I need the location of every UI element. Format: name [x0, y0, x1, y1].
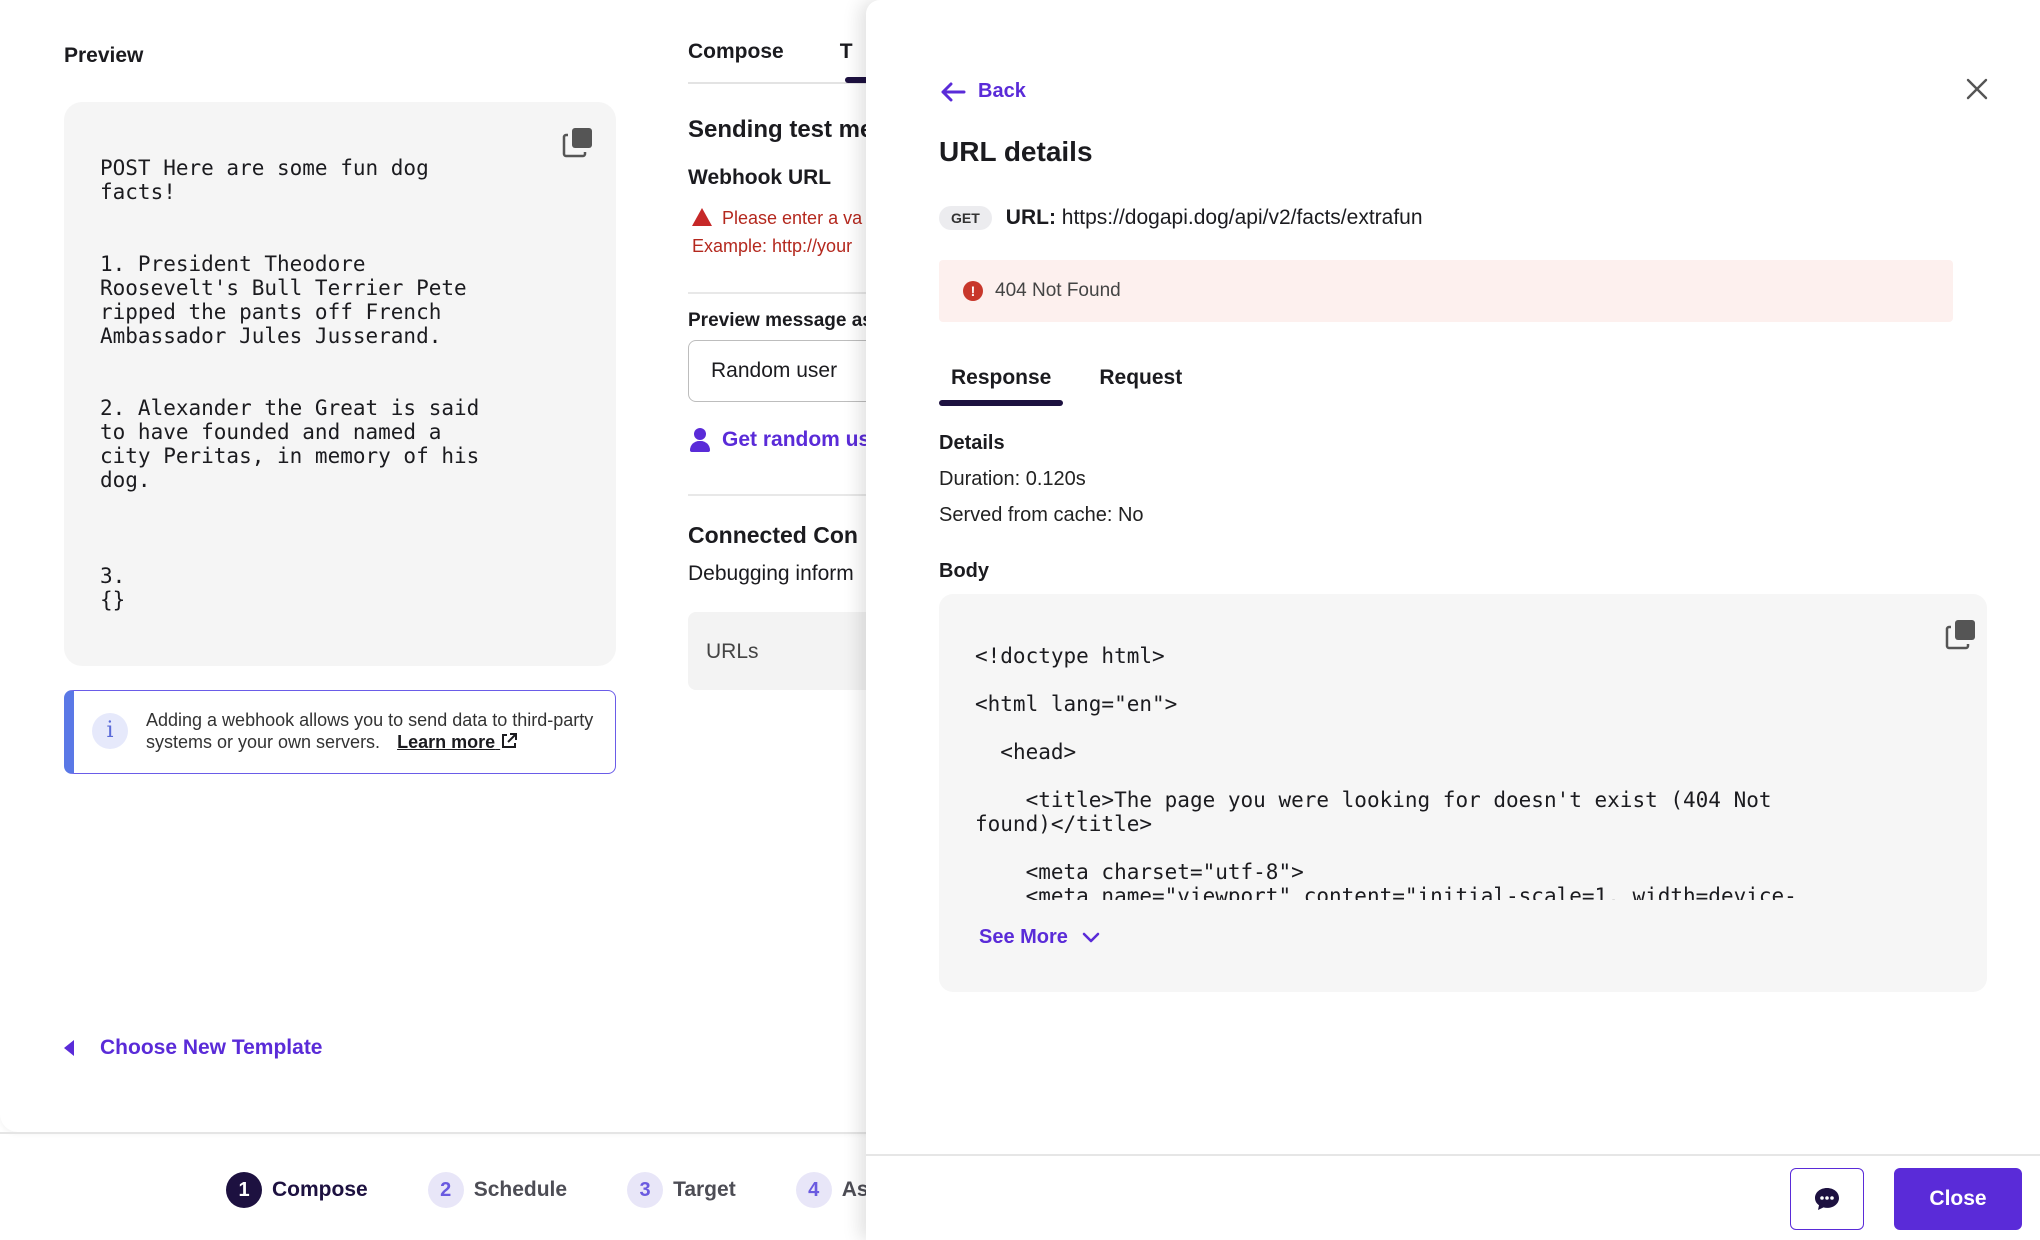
chat-button[interactable]	[1790, 1168, 1864, 1230]
duration-text: Duration: 0.120s	[939, 468, 1086, 490]
step-label: Compose	[272, 1178, 368, 1201]
copy-icon[interactable]	[562, 126, 594, 158]
chevron-down-icon	[1082, 932, 1100, 942]
close-icon[interactable]	[1964, 76, 1990, 102]
tab-request[interactable]: Request	[1087, 360, 1194, 406]
step-schedule[interactable]: 2 Schedule	[427, 1172, 568, 1208]
step-label: Schedule	[473, 1178, 568, 1201]
close-button[interactable]: Close	[1894, 1168, 2022, 1230]
step-number: 1	[226, 1172, 262, 1208]
webhook-info-banner: i Adding a webhook allows you to send da…	[64, 690, 616, 774]
chat-icon	[1815, 1188, 1839, 1210]
warning-icon	[692, 208, 712, 226]
cache-text: Served from cache: No	[939, 504, 1144, 526]
webhook-url-label: Webhook URL	[688, 166, 832, 189]
response-body-code: <!doctype html> <html lang="en"> <head> …	[975, 644, 1797, 900]
details-heading: Details	[939, 432, 1005, 454]
footer-divider	[0, 1132, 900, 1134]
request-url-row: GET URL: https://dogapi.dog/api/v2/facts…	[939, 206, 1423, 230]
step-number: 2	[427, 1172, 464, 1208]
preview-box: POST Here are some fun dog facts! 1. Pre…	[64, 102, 616, 666]
campaign-stepper: 1 Compose 2 Schedule 3 Target 4 As	[226, 1172, 869, 1208]
sending-test-heading: Sending test me	[688, 116, 874, 143]
get-random-user-link[interactable]: Get random us	[690, 428, 870, 452]
connected-content-heading: Connected Con	[688, 522, 858, 548]
request-url: https://dogapi.dog/api/v2/facts/extrafun	[1061, 206, 1423, 229]
learn-more-link[interactable]: Learn more	[397, 732, 518, 752]
preview-message-text: POST Here are some fun dog facts! 1. Pre…	[100, 156, 480, 612]
choose-new-template-label[interactable]: Choose New Template	[100, 1036, 323, 1060]
choose-new-template-link[interactable]: Choose New Template	[64, 1036, 323, 1060]
info-banner-text: Adding a webhook allows you to send data…	[146, 709, 606, 753]
url-label: URL:	[1005, 206, 1056, 229]
response-status-text: 404 Not Found	[995, 280, 1121, 301]
tab-response[interactable]: Response	[939, 360, 1064, 406]
copy-icon[interactable]	[1945, 618, 1977, 650]
tab-test[interactable]: T	[840, 40, 853, 64]
see-more-label[interactable]: See More	[979, 926, 1068, 949]
caret-left-icon	[64, 1040, 74, 1056]
preview-heading: Preview	[64, 44, 144, 67]
http-method-badge: GET	[939, 206, 992, 230]
step-assess[interactable]: 4 As	[795, 1172, 869, 1208]
compose-tabs: Compose T	[688, 40, 853, 64]
editor-card: Preview POST Here are some fun dog facts…	[0, 0, 948, 1132]
info-icon: i	[92, 713, 128, 749]
step-number: 4	[795, 1172, 832, 1208]
body-heading: Body	[939, 560, 989, 582]
drawer-footer-divider	[866, 1154, 2040, 1156]
learn-more-label[interactable]: Learn more	[397, 732, 495, 752]
external-link-icon	[502, 733, 518, 748]
user-icon	[690, 428, 710, 452]
step-target[interactable]: 3 Target	[627, 1172, 736, 1208]
see-more-button[interactable]: See More	[979, 926, 1100, 949]
tab-compose[interactable]: Compose	[688, 40, 784, 64]
webhook-url-error: Please enter a va Example: http://your	[692, 204, 862, 260]
response-body-box: <!doctype html> <html lang="en"> <head> …	[939, 594, 1987, 992]
error-icon: !	[963, 281, 983, 301]
info-banner-message: Adding a webhook allows you to send data…	[146, 710, 594, 752]
step-label: As	[841, 1178, 869, 1201]
arrow-left-icon	[941, 82, 966, 101]
back-label[interactable]: Back	[978, 80, 1026, 103]
response-request-tabs: Response Request	[939, 360, 1218, 406]
get-random-user-label[interactable]: Get random us	[722, 428, 870, 452]
debugging-info-text: Debugging inform	[688, 562, 854, 585]
back-button[interactable]: Back	[940, 80, 1026, 103]
step-compose[interactable]: 1 Compose	[226, 1172, 368, 1208]
step-number: 3	[627, 1172, 664, 1208]
drawer-title: URL details	[939, 136, 1093, 167]
error-line-1: Please enter a va	[722, 208, 863, 228]
step-label: Target	[673, 1178, 736, 1201]
preview-as-label: Preview message as	[688, 310, 873, 331]
url-details-drawer: Back URL details GET URL: https://dogapi…	[866, 0, 2040, 1240]
response-status-banner: ! 404 Not Found	[939, 260, 1953, 322]
error-line-2: Example: http://your	[692, 236, 853, 256]
